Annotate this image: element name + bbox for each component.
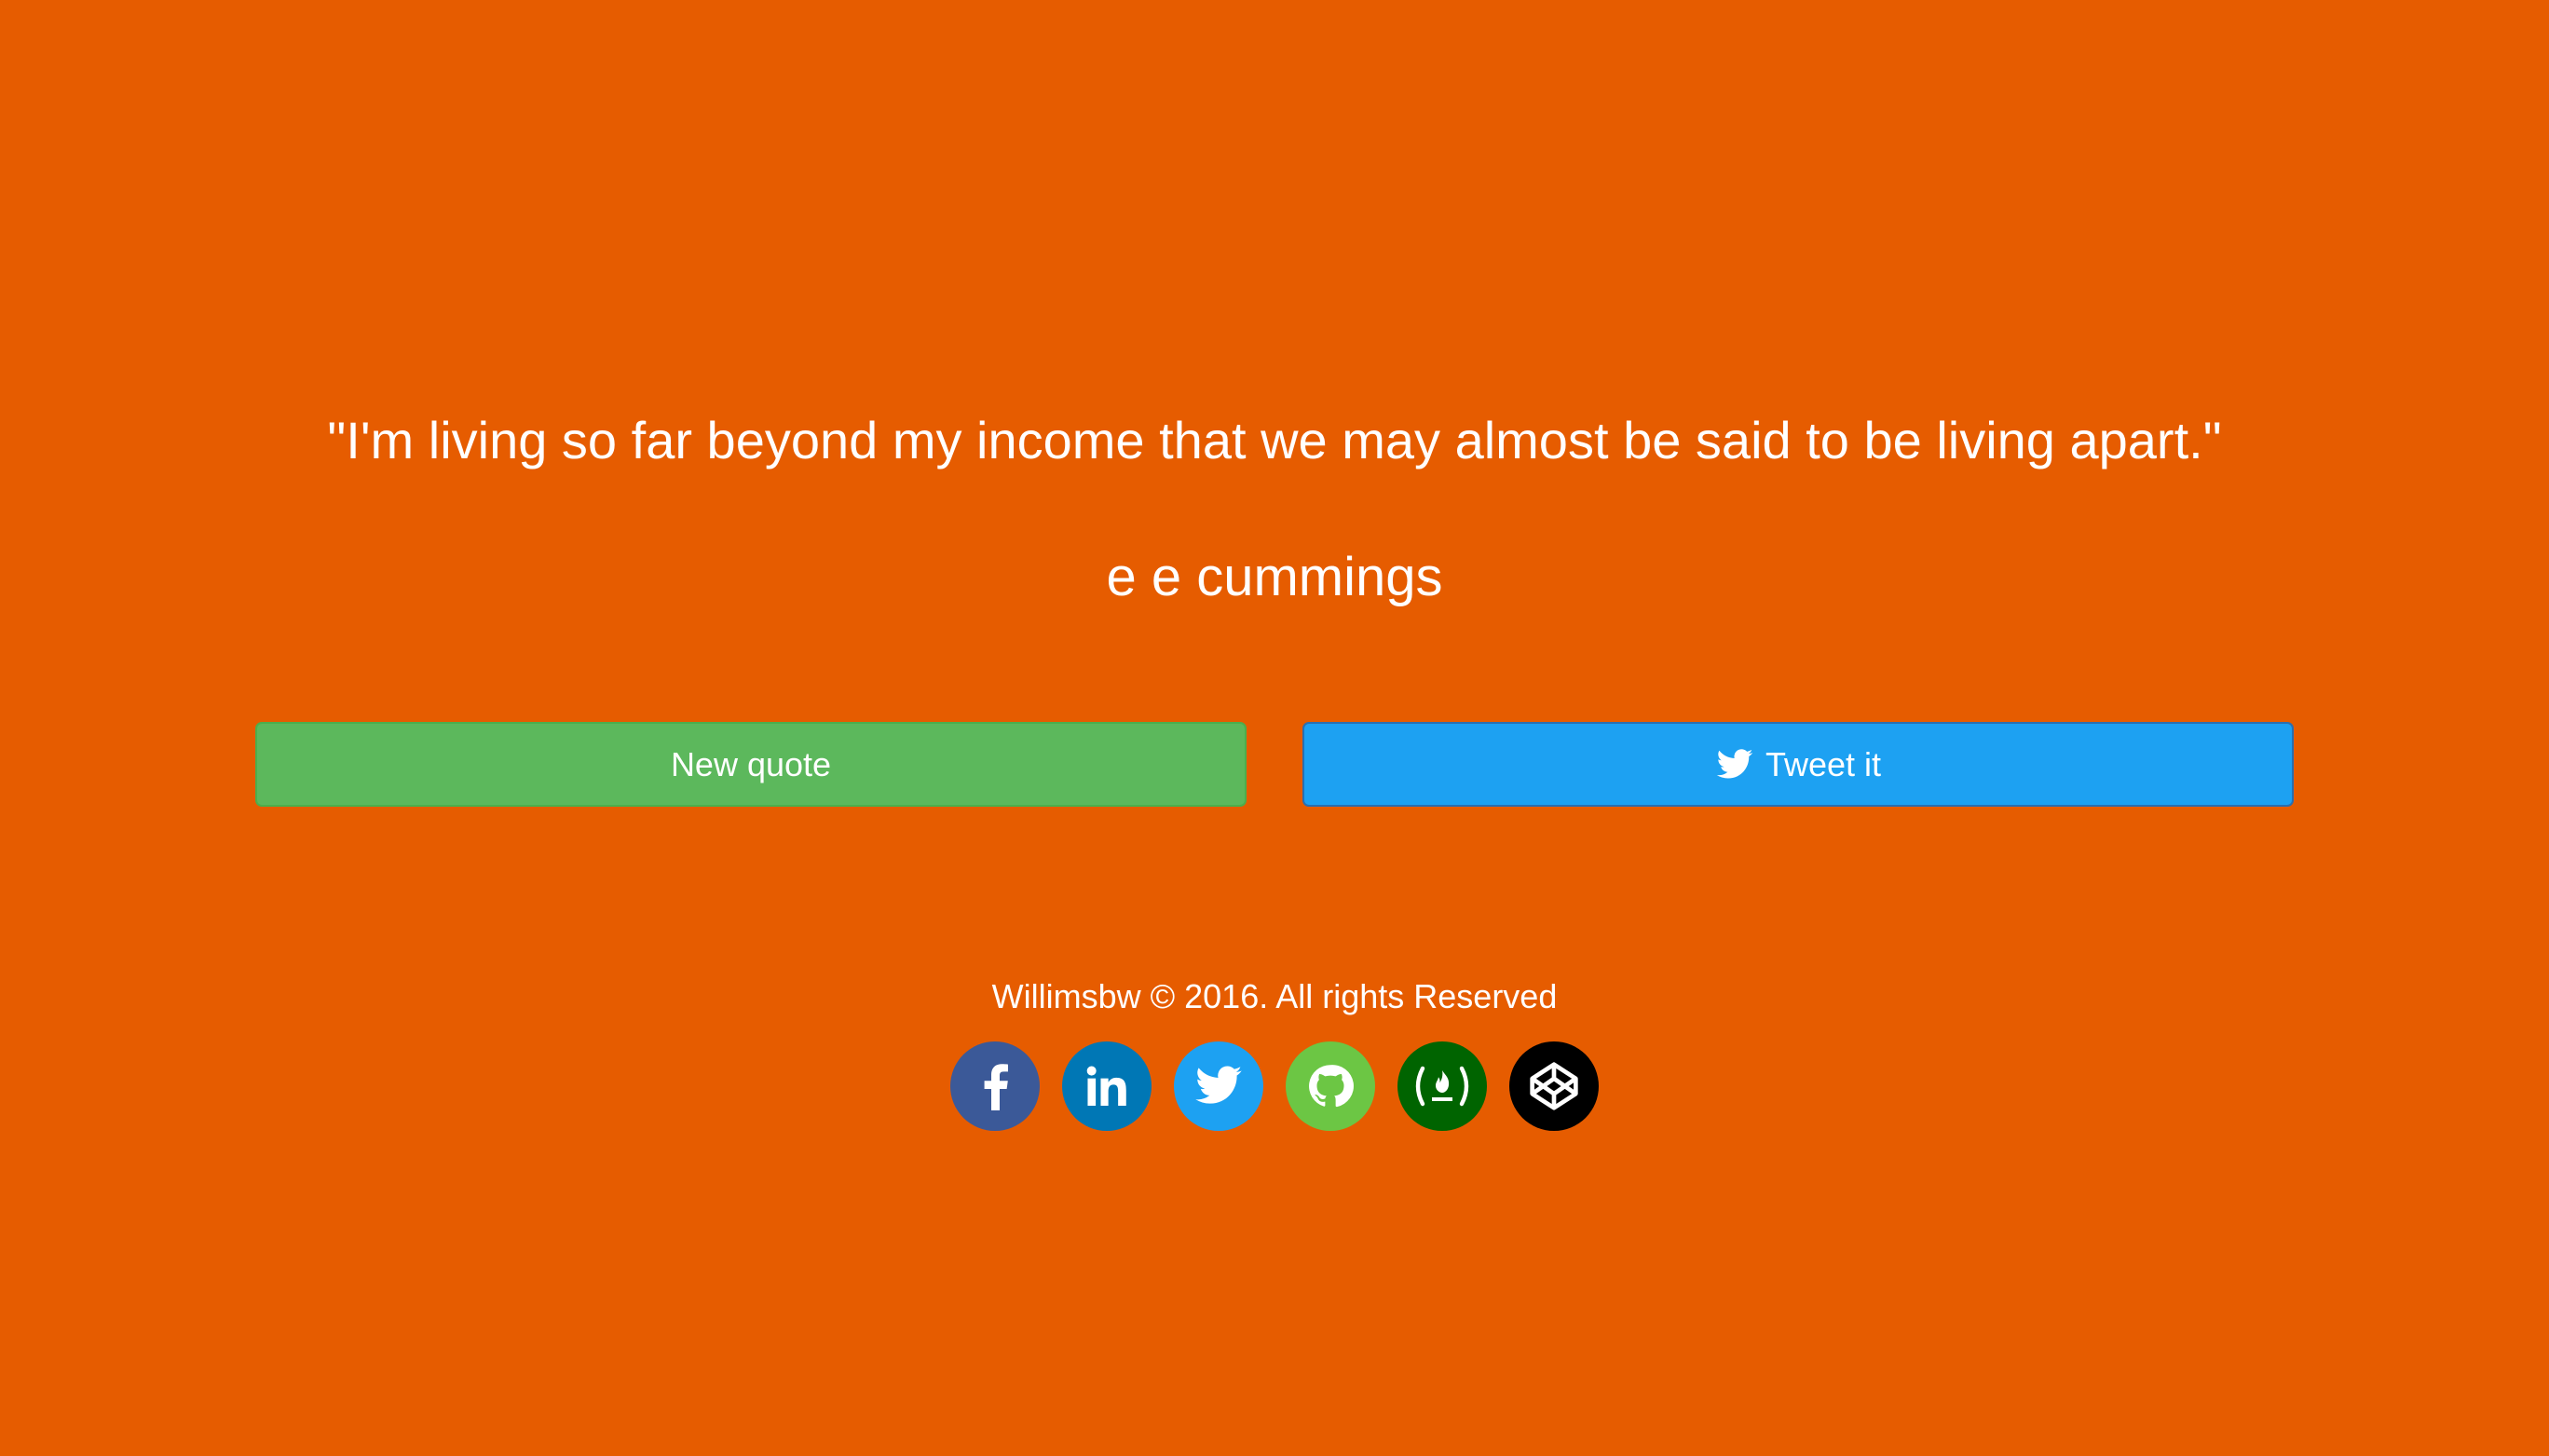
tweet-label: Tweet it [1765, 744, 1882, 783]
codepen-icon [1528, 1060, 1580, 1112]
linkedin-link[interactable] [1062, 1041, 1152, 1131]
quote-text: "I'm living so far beyond my income that… [327, 411, 2222, 469]
linkedin-icon [1081, 1060, 1133, 1112]
quote-author: e e cummings [1106, 547, 1443, 607]
freecodecamp-link[interactable] [1397, 1041, 1487, 1131]
codepen-link[interactable] [1509, 1041, 1599, 1131]
new-quote-label: New quote [670, 744, 832, 783]
twitter-bird-icon [1715, 745, 1754, 784]
quote-machine-page: "I'm living so far beyond my income that… [0, 0, 2549, 1456]
new-quote-button[interactable]: New quote [255, 722, 1247, 807]
social-links [950, 1041, 1599, 1131]
freecodecamp-icon [1411, 1063, 1473, 1109]
twitter-icon [1193, 1061, 1244, 1111]
footer-copyright: Willimsbw © 2016. All rights Reserved [991, 977, 1558, 1015]
facebook-link[interactable] [950, 1041, 1040, 1131]
tweet-button[interactable]: Tweet it [1302, 722, 2294, 807]
facebook-icon [973, 1060, 1017, 1112]
github-icon [1306, 1062, 1355, 1110]
twitter-link[interactable] [1174, 1041, 1263, 1131]
github-link[interactable] [1286, 1041, 1375, 1131]
